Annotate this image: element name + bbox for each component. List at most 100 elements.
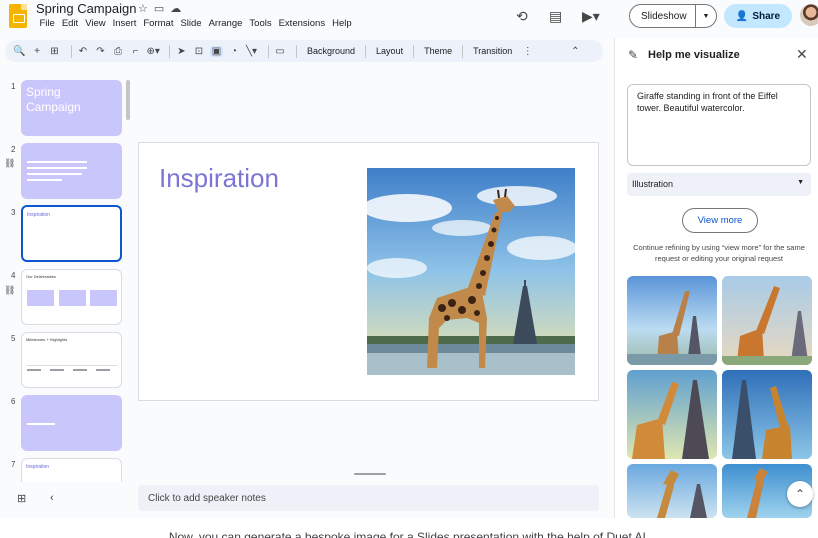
generated-image-4[interactable] xyxy=(722,370,812,459)
generated-image-5[interactable] xyxy=(627,464,717,518)
slideshow-label[interactable]: Slideshow xyxy=(630,5,696,27)
cloud-status-icon[interactable]: ☁ xyxy=(170,2,181,15)
search-menus-icon[interactable]: 🔍 xyxy=(13,46,26,57)
star-icon[interactable]: ☆ xyxy=(138,2,148,15)
version-history-icon[interactable]: ⟲ xyxy=(516,8,528,25)
slides-logo-icon[interactable] xyxy=(9,4,27,28)
select-cursor-icon[interactable]: ➤ xyxy=(175,46,188,57)
paint-format-icon[interactable]: ⌐ xyxy=(129,46,142,57)
refine-hint-line: Continue refining by using “view more” f… xyxy=(633,243,805,252)
share-button[interactable]: 👤 Share xyxy=(724,4,792,28)
slide-canvas[interactable]: Inspiration xyxy=(138,142,599,401)
add-comment-icon[interactable]: ▭ xyxy=(274,46,287,57)
divider xyxy=(267,44,269,58)
giraffe-thumbnail xyxy=(627,291,717,365)
slide-number: 7 xyxy=(11,460,16,469)
redo-icon[interactable]: ↷ xyxy=(94,46,107,57)
menu-help[interactable]: Help xyxy=(329,18,356,29)
document-title[interactable]: Spring Campaign xyxy=(36,1,136,16)
menu-insert[interactable]: Insert xyxy=(109,18,140,29)
slideshow-button[interactable]: Slideshow ▼ xyxy=(629,4,717,28)
generated-image-2[interactable] xyxy=(722,276,812,365)
zoom-icon[interactable]: ⊕▾ xyxy=(147,46,160,57)
thumb-block xyxy=(59,290,86,306)
divider xyxy=(296,44,297,58)
slide-filmstrip[interactable]: 1 Spring Campaign 2 ⛓ 3 Inspiration 4 ⛓ … xyxy=(0,72,132,482)
generated-image-1[interactable] xyxy=(627,276,717,365)
linked-slide-icon: ⛓ xyxy=(4,158,16,168)
notes-resize-handle[interactable] xyxy=(354,473,386,475)
giraffe-thumbnail xyxy=(732,380,792,459)
new-slide-layout-icon[interactable]: ⊞ xyxy=(48,46,61,57)
thumb-timeline xyxy=(27,365,117,366)
insert-image-icon[interactable]: ▣ xyxy=(210,45,223,57)
panel-title: Help me visualize xyxy=(648,49,740,61)
print-icon[interactable]: ⎙ xyxy=(112,46,125,57)
slide-thumbnail-7[interactable]: Inspiration xyxy=(21,458,122,482)
menu-arrange[interactable]: Arrange xyxy=(205,18,246,29)
generated-image-3[interactable] xyxy=(627,370,717,459)
thumb-title: Inspiration xyxy=(26,464,50,470)
new-slide-icon[interactable]: + xyxy=(31,46,44,57)
slide-number: 4 xyxy=(11,271,16,280)
toolbar: 🔍 + ⊞ ↶ ↷ ⎙ ⌐ ⊕▾ ➤ ⊡ ▣ ◔ ╲▾ ▭ Background… xyxy=(5,40,603,62)
thumb-text-line xyxy=(27,179,62,181)
thumb-title: Inspiration xyxy=(27,212,51,218)
magic-wand-icon: ✎ xyxy=(628,48,639,62)
slide-title[interactable]: Inspiration xyxy=(159,163,279,194)
slide-number: 1 xyxy=(11,82,16,91)
prompt-input[interactable]: Giraffe standing in front of the Eiffel … xyxy=(627,84,811,166)
menu-format[interactable]: Format xyxy=(140,18,177,29)
close-icon[interactable]: ✕ xyxy=(796,46,808,63)
share-label: Share xyxy=(752,10,781,22)
giraffe-illustration xyxy=(367,168,575,375)
slide-thumbnail-4[interactable]: Our Deliverables xyxy=(21,269,122,325)
caption-text: Now, you can generate a bespoke image fo… xyxy=(0,518,818,538)
slide-thumbnail-2[interactable] xyxy=(21,143,122,199)
chevron-down-icon[interactable]: ▼ xyxy=(696,13,716,20)
app-header: Spring Campaign ☆ ▭ ☁ File Edit View Ins… xyxy=(0,0,818,38)
divider xyxy=(169,44,170,58)
refine-hint-line: request or editing your original request xyxy=(655,254,783,263)
title-actions: ☆ ▭ ☁ xyxy=(138,2,181,15)
line-icon[interactable]: ╲▾ xyxy=(245,46,258,57)
menu-slide[interactable]: Slide xyxy=(177,18,205,29)
shape-icon[interactable]: ◔ xyxy=(228,46,241,57)
menu-view[interactable]: View xyxy=(82,18,109,29)
giraffe-eiffel-image[interactable] xyxy=(367,168,575,375)
scroll-to-top-button[interactable]: ⌃ xyxy=(787,481,813,507)
chevron-down-icon: ▼ xyxy=(797,179,804,186)
thumb-title: Spring Campaign xyxy=(26,85,81,114)
menu-edit[interactable]: Edit xyxy=(58,18,81,29)
more-options-icon[interactable]: ⋮ xyxy=(521,46,534,57)
divider xyxy=(462,44,464,58)
slide-number: 5 xyxy=(11,334,16,343)
thumb-text-line xyxy=(50,369,64,371)
chevron-up-icon[interactable]: ⌃ xyxy=(569,46,582,57)
style-select[interactable]: Illustration ▼ xyxy=(627,173,811,196)
user-avatar[interactable] xyxy=(800,4,818,26)
slide-thumbnail-6[interactable] xyxy=(21,395,122,451)
layout-button[interactable]: Layout xyxy=(371,46,408,56)
filmstrip-scrollbar[interactable] xyxy=(126,80,130,120)
meet-video-icon[interactable]: ▶▾ xyxy=(582,8,600,25)
menu-file[interactable]: File xyxy=(36,18,58,29)
grid-view-icon[interactable]: ⊞ xyxy=(17,492,26,505)
text-box-icon[interactable]: ⊡ xyxy=(193,46,206,57)
move-folder-icon[interactable]: ▭ xyxy=(154,2,164,15)
menu-extensions[interactable]: Extensions xyxy=(275,18,328,29)
slide-thumbnail-5[interactable]: Milestones + Highlights xyxy=(21,332,122,388)
theme-button[interactable]: Theme xyxy=(419,46,457,56)
slide-thumbnail-1[interactable]: Spring Campaign xyxy=(21,80,122,136)
menu-tools[interactable]: Tools xyxy=(246,18,275,29)
background-button[interactable]: Background xyxy=(302,46,360,56)
comments-icon[interactable]: ▤ xyxy=(549,8,562,25)
slide-thumbnail-3[interactable]: Inspiration xyxy=(21,205,122,262)
chevron-left-icon[interactable]: ‹ xyxy=(50,492,54,504)
undo-icon[interactable]: ↶ xyxy=(77,46,90,57)
transition-button[interactable]: Transition xyxy=(468,46,517,56)
thumb-text-line xyxy=(27,161,87,163)
view-more-button[interactable]: View more xyxy=(682,208,758,233)
speaker-notes[interactable]: Click to add speaker notes xyxy=(138,485,599,511)
style-select-value: Illustration xyxy=(632,179,674,189)
